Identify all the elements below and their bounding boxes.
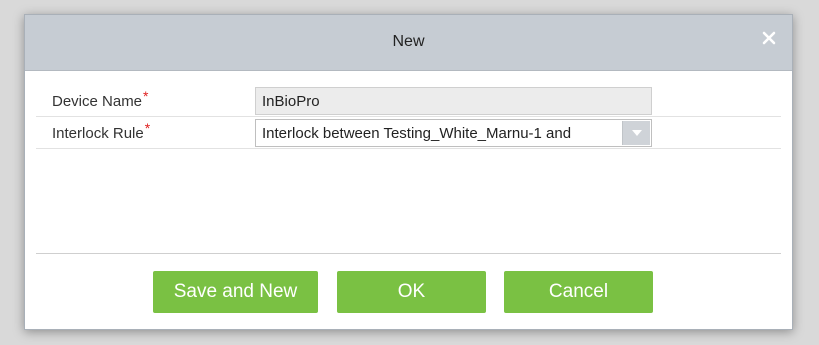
new-dialog: New Device Name* Interlock Rule* Interlo… [24, 14, 793, 330]
chevron-down-icon [632, 130, 642, 136]
footer-divider [36, 253, 781, 254]
ok-button[interactable]: OK [337, 271, 486, 313]
dialog-title: New [392, 33, 425, 50]
device-name-label-text: Device Name [52, 93, 143, 110]
device-name-label: Device Name* [52, 88, 148, 110]
device-name-field[interactable] [255, 87, 652, 115]
interlock-rule-row: Interlock Rule* Interlock between Testin… [36, 117, 781, 149]
interlock-rule-selected-value: Interlock between Testing_White_Marnu-1 … [262, 125, 572, 142]
device-name-row: Device Name* [36, 85, 781, 117]
required-mark: * [144, 120, 151, 136]
interlock-rule-label-text: Interlock Rule [52, 125, 144, 142]
required-mark: * [143, 88, 149, 104]
dropdown-toggle[interactable] [622, 121, 650, 145]
interlock-rule-label: Interlock Rule* [52, 120, 150, 142]
cancel-button[interactable]: Cancel [504, 271, 653, 313]
save-and-new-button[interactable]: Save and New [153, 271, 318, 313]
interlock-rule-select[interactable]: Interlock between Testing_White_Marnu-1 … [255, 119, 652, 147]
dialog-titlebar: New [25, 15, 792, 71]
close-icon[interactable] [760, 29, 778, 47]
